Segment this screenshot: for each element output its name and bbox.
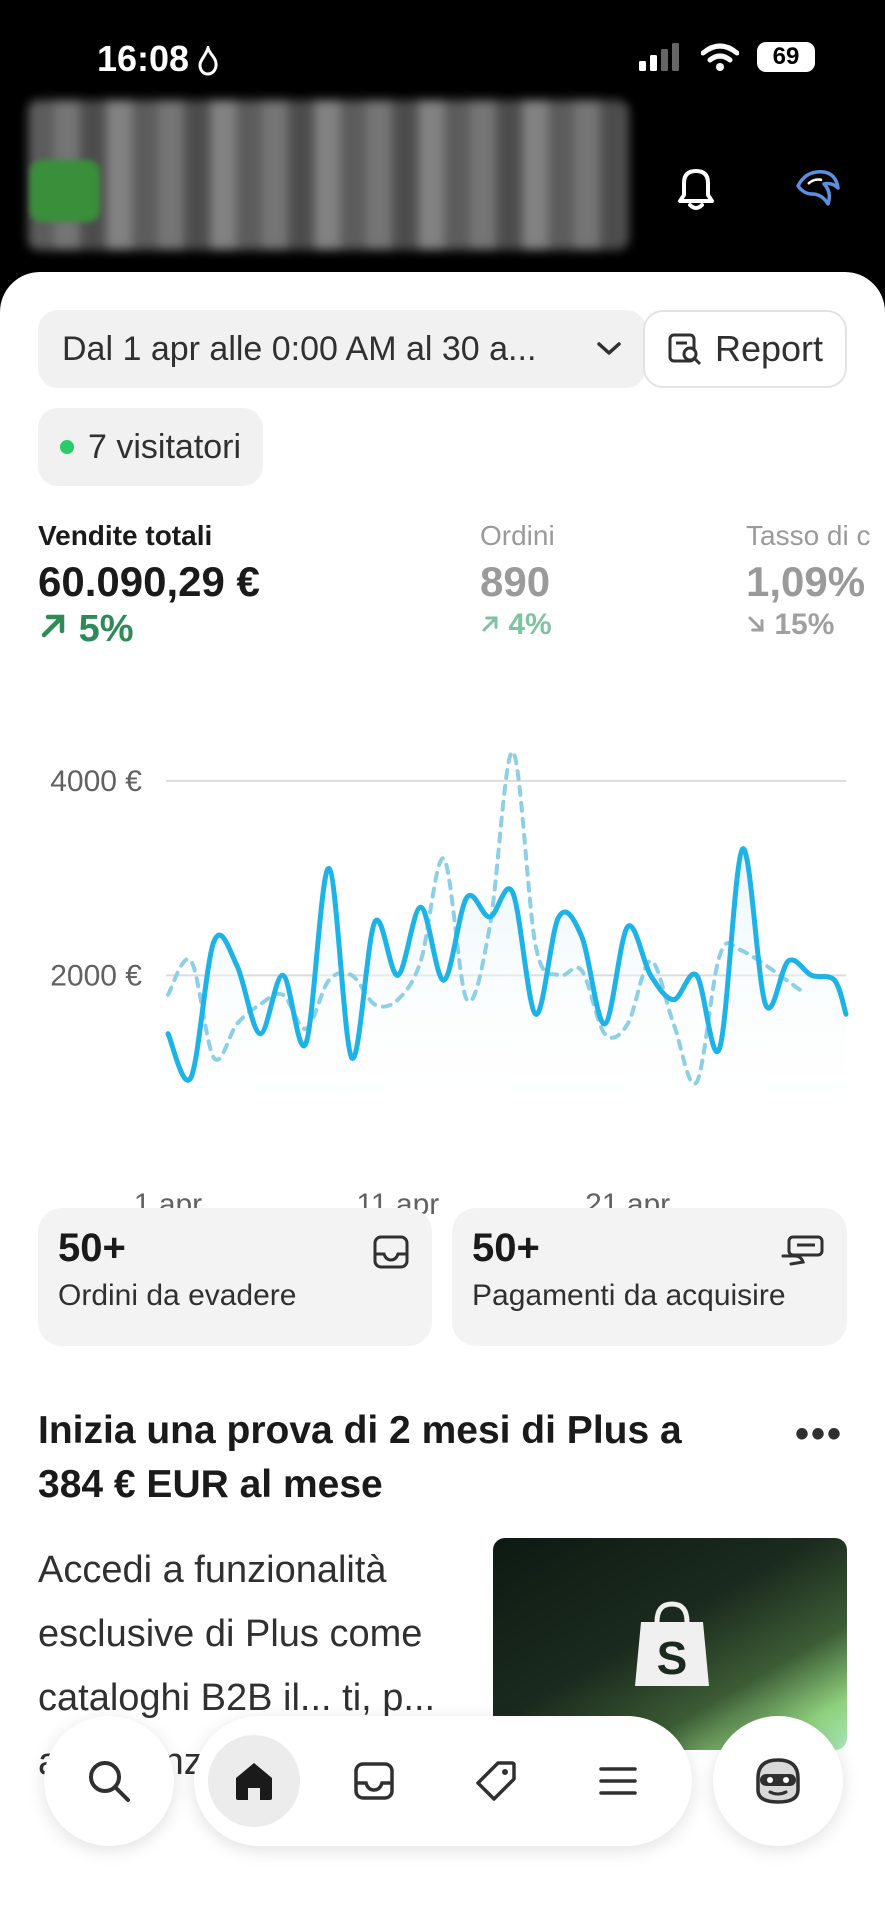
card-count: 50+ [472,1226,540,1270]
metric-delta: 15% [746,608,871,642]
chevron-down-icon [597,342,621,355]
metric-delta-value: 5% [78,608,134,650]
report-button[interactable]: Report [643,310,847,388]
metric-delta-value: 4% [508,608,552,641]
home-sheet: Dal 1 apr alle 0:00 AM al 30 a... Report… [0,272,885,1920]
report-label: Report [714,328,824,369]
live-visitors-badge[interactable]: 7 visitatori [38,408,264,486]
visitors-count: 7 visitatori [88,427,242,466]
bell-icon [678,169,714,210]
search-tab-button[interactable] [44,1716,174,1846]
inbox-icon [354,1762,394,1800]
shopify-bag-icon: S [635,1601,709,1686]
store-switcher-button[interactable] [788,158,848,218]
more-options-button[interactable]: ••• [795,1412,843,1457]
battery-indicator: 69 [757,42,815,72]
arrow-up-right-icon [41,614,65,638]
home-icon [236,1763,272,1800]
assistant-button[interactable] [713,1716,843,1846]
metric-delta: 4% [480,608,555,642]
payment-icon [781,1235,824,1266]
promo-title: Inizia una prova di 2 mesi di Plus a 384… [38,1409,682,1506]
main-tab-group [194,1716,692,1846]
metric-conversion-rate[interactable]: Tasso di c 1,09% 15% [746,520,871,642]
payments-to-capture-card[interactable]: 50+ Pagamenti da acquisire [452,1208,847,1346]
search-icon [89,1761,130,1802]
fire-icon [198,46,218,76]
y-tick-label: 2000 € [50,959,142,992]
tag-icon [476,1761,516,1801]
status-time: 16:08 [97,38,190,79]
metric-label: Vendite totali [38,520,213,551]
arrow-down-right-icon [748,616,764,632]
assistant-icon [756,1758,800,1804]
metric-label: Tasso di c [746,520,871,551]
signal-icon [639,43,679,71]
report-icon [668,333,702,366]
home-tab[interactable] [208,1735,300,1827]
store-name-blurred[interactable] [28,100,628,250]
bottom-tab-bar [0,1716,885,1846]
arrow-up-right-icon [482,616,498,632]
metric-orders[interactable]: Ordini 890 4% [480,520,555,642]
live-dot-icon [60,440,74,454]
orders-to-fulfill-card[interactable]: 50+ Ordini da evadere [38,1208,432,1346]
card-count: 50+ [58,1226,126,1270]
y-tick-label: 4000 € [50,765,142,798]
store-header [0,90,885,270]
wifi-icon [701,43,739,71]
orders-tab[interactable] [328,1735,420,1827]
sales-line-chart[interactable]: 4000 €2000 €1 apr 11 apr 21 apr [0,732,885,1232]
metric-total-sales[interactable]: Vendite totali 60.090,29 € 5% [38,520,260,651]
metric-label: Ordini [480,520,555,551]
inbox-icon [373,1235,409,1269]
task-cards: 50+ Ordini da evadere 50+ Pagamenti da a… [38,1208,847,1346]
lion-logo-icon [796,170,840,206]
metric-value: 1,09% [746,558,866,605]
menu-tab[interactable] [572,1735,664,1827]
metric-delta-value: 15% [774,608,835,641]
menu-icon [599,1767,637,1795]
metric-value: 890 [480,558,551,605]
store-logo [30,160,100,222]
notifications-button[interactable] [666,158,726,218]
card-label: Ordini da evadere [58,1279,297,1312]
metric-value: 60.090,29 € [38,558,260,605]
card-label: Pagamenti da acquisire [472,1279,786,1312]
products-tab[interactable] [450,1735,542,1827]
svg-text:S: S [657,1632,688,1684]
date-range-value: Dal 1 apr alle 0:00 AM al 30 a... [62,329,537,368]
metric-delta: 5% [38,608,260,651]
date-range-select[interactable]: Dal 1 apr alle 0:00 AM al 30 a... [38,310,646,388]
